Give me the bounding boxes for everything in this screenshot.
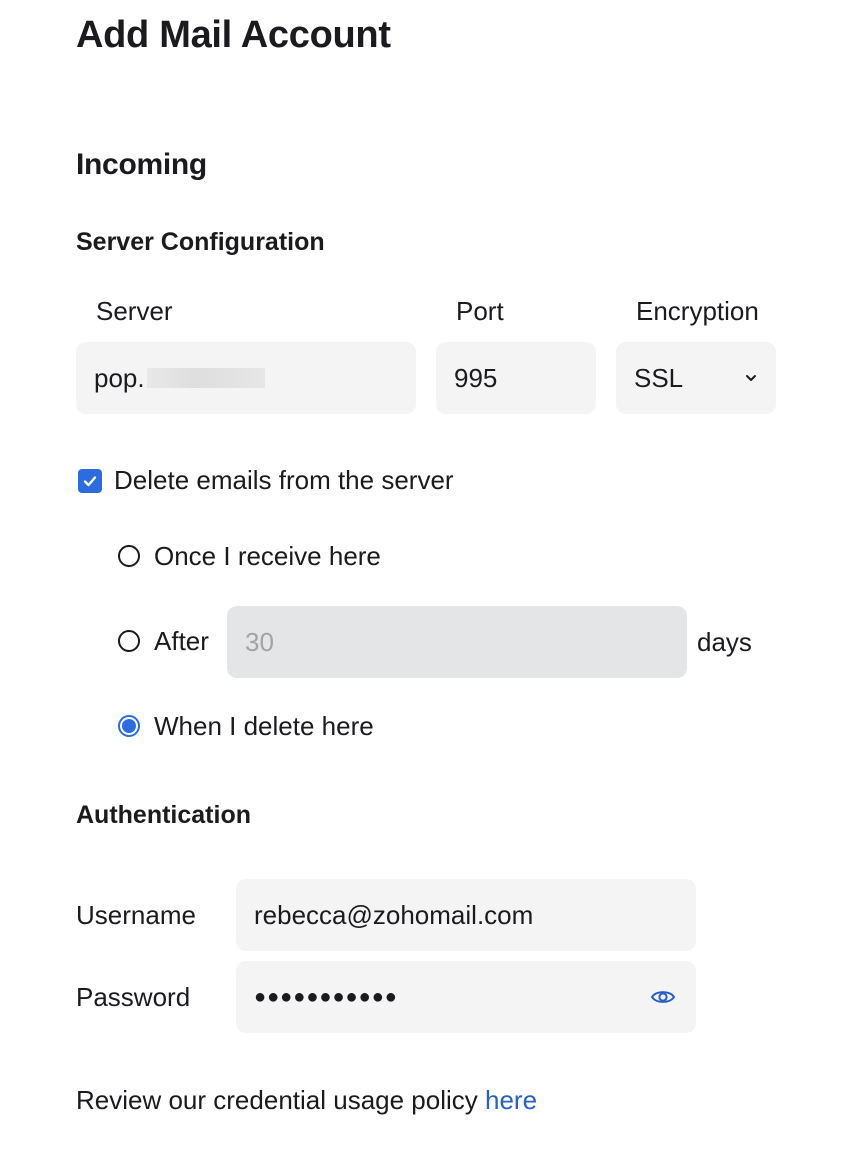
port-label: Port <box>456 296 504 326</box>
encryption-value: SSL <box>634 362 684 393</box>
password-input[interactable]: ●●●●●●●●●●● <box>236 961 696 1033</box>
radio-when-deleted-label: When I delete here <box>154 711 374 741</box>
credential-policy-text: Review our credential usage policy here <box>76 1085 537 1116</box>
server-input[interactable]: pop. <box>76 342 416 414</box>
checkmark-icon <box>83 476 97 487</box>
redacted-server-text <box>146 368 265 388</box>
port-value: 995 <box>454 362 498 393</box>
server-configuration-heading: Server Configuration <box>76 228 325 256</box>
password-label: Password <box>76 982 191 1012</box>
radio-once-received-label: Once I receive here <box>154 541 381 571</box>
username-value: rebecca@zohomail.com <box>254 899 534 930</box>
server-value: pop. <box>94 362 145 393</box>
radio-when-deleted[interactable] <box>118 715 140 737</box>
radio-after-days-label: After <box>154 626 209 656</box>
password-masked-value: ●●●●●●●●●●● <box>254 985 398 1008</box>
days-suffix: days <box>697 627 752 657</box>
page-title: Add Mail Account <box>76 14 391 56</box>
incoming-heading: Incoming <box>76 148 207 181</box>
credential-policy-link[interactable]: here <box>485 1085 537 1115</box>
encryption-label: Encryption <box>636 296 759 326</box>
radio-after-days[interactable] <box>118 630 140 652</box>
radio-once-received[interactable] <box>118 545 140 567</box>
username-input[interactable]: rebecca@zohomail.com <box>236 879 696 951</box>
days-input[interactable]: 30 <box>227 606 687 678</box>
server-label: Server <box>96 296 173 326</box>
username-label: Username <box>76 900 196 930</box>
eye-icon[interactable] <box>650 988 676 1006</box>
delete-emails-checkbox[interactable] <box>78 469 102 493</box>
chevron-down-icon <box>746 375 756 381</box>
days-placeholder: 30 <box>245 626 274 657</box>
authentication-heading: Authentication <box>76 801 251 829</box>
port-input[interactable]: 995 <box>436 342 596 414</box>
delete-emails-label: Delete emails from the server <box>114 465 454 495</box>
encryption-select[interactable]: SSL <box>616 342 776 414</box>
credential-policy-label: Review our credential usage policy <box>76 1085 485 1115</box>
